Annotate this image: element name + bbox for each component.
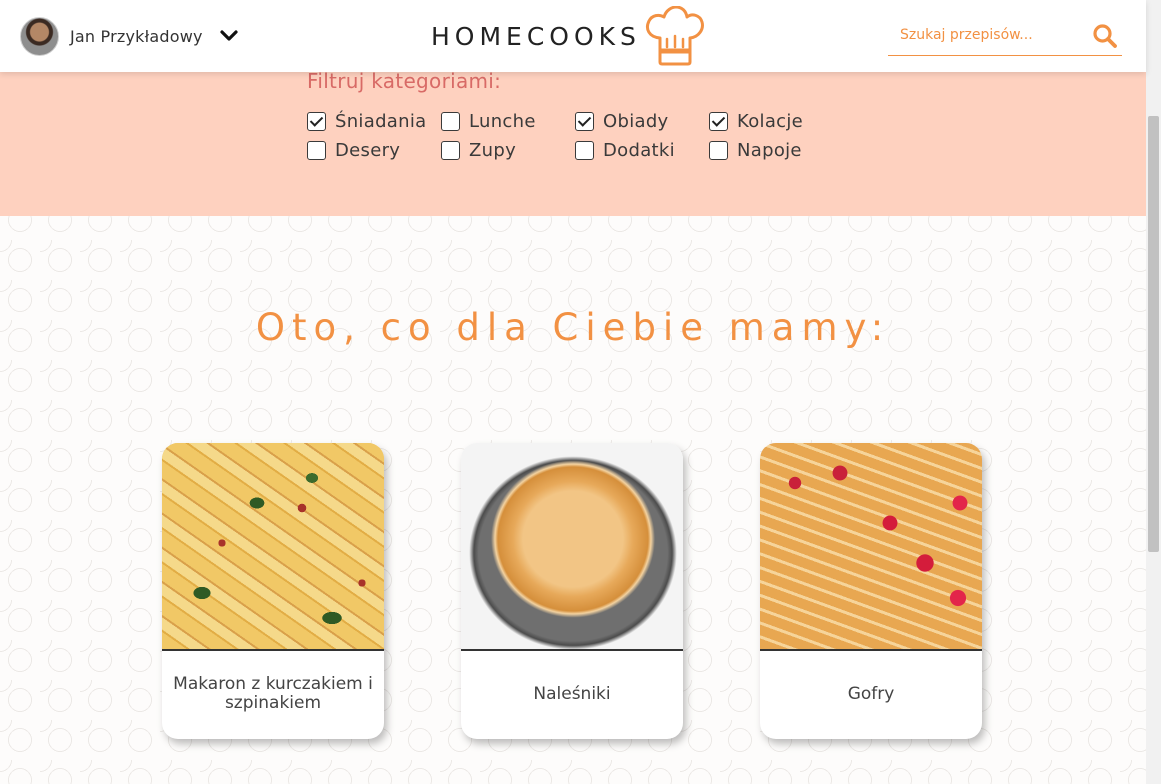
search-icon[interactable] <box>1092 23 1118 49</box>
recipe-card[interactable]: Gofry <box>760 443 982 739</box>
recipe-card[interactable]: Makaron z kurczakiem i szpinakiem <box>162 443 384 739</box>
recipe-card[interactable]: Naleśniki <box>461 443 683 739</box>
category-checkbox-item[interactable]: Dodatki <box>575 139 709 161</box>
user-menu[interactable]: Jan Przykładowy <box>20 16 239 56</box>
category-label: Lunche <box>469 110 536 132</box>
search-box <box>888 18 1122 56</box>
recipe-title: Gofry <box>847 683 895 704</box>
checkbox[interactable] <box>307 111 326 131</box>
chef-hat-icon <box>645 6 704 66</box>
avatar[interactable] <box>20 16 59 56</box>
category-checkbox-item[interactable]: Napoje <box>709 139 827 161</box>
scrollbar-thumb[interactable] <box>1148 116 1159 552</box>
vertical-scrollbar[interactable] <box>1146 0 1161 784</box>
category-label: Kolacje <box>737 110 804 132</box>
category-checkbox-item[interactable]: Desery <box>307 139 441 161</box>
brand-logo[interactable]: HOMECOOKS <box>431 4 705 68</box>
category-label: Desery <box>335 139 401 161</box>
chevron-down-icon[interactable] <box>219 26 239 46</box>
checkbox[interactable] <box>575 111 594 131</box>
category-checkbox-item[interactable]: Kolacje <box>709 110 827 132</box>
checkbox[interactable] <box>441 111 460 131</box>
category-checkbox-item[interactable]: Zupy <box>441 139 575 161</box>
search-input[interactable] <box>888 18 1078 52</box>
category-label: Dodatki <box>603 139 675 161</box>
category-label: Zupy <box>469 139 517 161</box>
user-name: Jan Przykładowy <box>70 26 203 46</box>
recipe-image <box>461 443 683 651</box>
top-navigation-bar: Jan Przykładowy HOMECOOKS <box>0 0 1146 72</box>
category-label: Napoje <box>737 139 802 161</box>
recipe-image <box>760 443 982 651</box>
checkbox[interactable] <box>709 111 728 131</box>
recipe-title: Makaron z kurczakiem i szpinakiem <box>173 674 373 713</box>
category-label: Obiady <box>603 110 669 132</box>
category-checkbox-item[interactable]: Obiady <box>575 110 709 132</box>
checkbox[interactable] <box>709 140 728 160</box>
section-heading: Oto, co dla Ciebie mamy: <box>255 306 891 349</box>
checkbox[interactable] <box>575 140 594 160</box>
recipe-image <box>162 443 384 651</box>
category-checkbox-item[interactable]: Śniadania <box>307 110 441 132</box>
category-label: Śniadania <box>335 110 427 132</box>
category-checkbox-grid: Śniadania Lunche Obiady Kolacje Desery Z… <box>307 110 827 161</box>
brand-name: HOMECOOKS <box>431 21 641 51</box>
recipe-title: Naleśniki <box>533 683 611 704</box>
checkbox[interactable] <box>441 140 460 160</box>
checkbox[interactable] <box>307 140 326 160</box>
category-filter-panel: Filtruj kategoriami: Śniadania Lunche Ob… <box>0 50 1146 216</box>
category-checkbox-item[interactable]: Lunche <box>441 110 575 132</box>
filter-title: Filtruj kategoriami: <box>307 69 502 93</box>
